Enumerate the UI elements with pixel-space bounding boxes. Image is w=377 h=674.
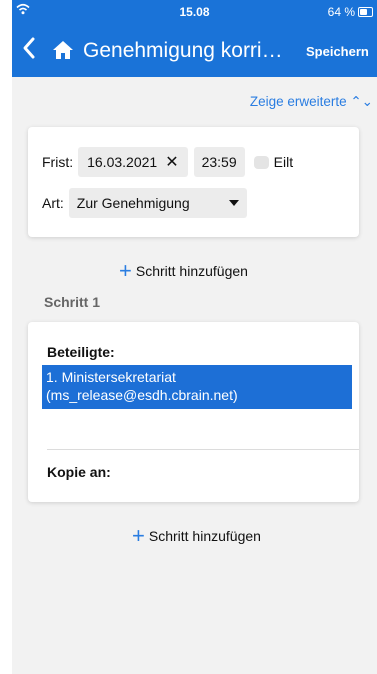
status-bar: 15.08 64 %: [12, 0, 377, 24]
clear-date-icon[interactable]: ✕: [165, 152, 178, 172]
page-title: Genehmigung korrigieren: [83, 39, 293, 62]
add-step-label: Schritt hinzufügen: [135, 263, 248, 279]
nav-bar: Genehmigung korrigieren Speichern: [12, 24, 377, 77]
dropdown-caret-icon: [228, 200, 239, 206]
app-screen: 15.08 64 % Genehmigung korrigieren Speic…: [12, 0, 377, 674]
deadline-date-value: 16.03.2021: [87, 154, 158, 170]
kind-select-value: Zur Genehmigung: [76, 195, 190, 211]
kind-label: Art:: [42, 195, 64, 211]
save-button[interactable]: Speichern: [306, 44, 369, 59]
deadline-label: Frist:: [42, 154, 74, 170]
plus-icon: +: [132, 523, 145, 548]
plus-icon: +: [119, 258, 132, 283]
copy-to-label: Kopie an:: [47, 464, 111, 480]
add-step-button-top[interactable]: + Schritt hinzufügen: [119, 258, 248, 283]
kind-row: Art: Zur Genehmigung: [42, 188, 247, 218]
status-time: 15.08: [179, 5, 210, 19]
urgent-checkbox[interactable]: [253, 155, 269, 169]
deadline-date-field[interactable]: 16.03.2021 ✕: [78, 147, 188, 177]
participant-item[interactable]: 1. Ministersekretariat (ms_release@esdh.…: [42, 365, 352, 409]
home-icon[interactable]: [52, 40, 74, 60]
add-step-button-bottom[interactable]: + Schritt hinzufügen: [132, 523, 261, 548]
step-title: Schritt 1: [44, 294, 101, 310]
participants-label: Beteiligte:: [47, 344, 115, 360]
kind-select[interactable]: Zur Genehmigung: [68, 188, 247, 218]
back-chevron-icon[interactable]: [22, 36, 36, 64]
battery-status: 64 %: [328, 5, 373, 19]
deadline-time-field[interactable]: 23:59: [193, 147, 245, 177]
urgent-label: Eilt: [273, 154, 294, 170]
step-card: Beteiligte: 1. Ministersekretariat (ms_r…: [28, 322, 359, 502]
battery-percent: 64 %: [327, 5, 355, 19]
participant-email: (ms_release@esdh.cbrain.net): [46, 387, 238, 403]
divider: [47, 449, 359, 450]
add-step-label: Schritt hinzufügen: [148, 528, 261, 544]
participant-name: 1. Ministersekretariat: [46, 369, 176, 385]
show-advanced-toggle[interactable]: Zeige erweiterte ⌃⌄: [250, 94, 373, 110]
deadline-card: Frist: 16.03.2021 ✕ 23:59 Eilt Art: Zur …: [28, 127, 359, 237]
deadline-row: Frist: 16.03.2021 ✕ 23:59 Eilt: [42, 147, 293, 177]
battery-icon: [358, 7, 373, 17]
